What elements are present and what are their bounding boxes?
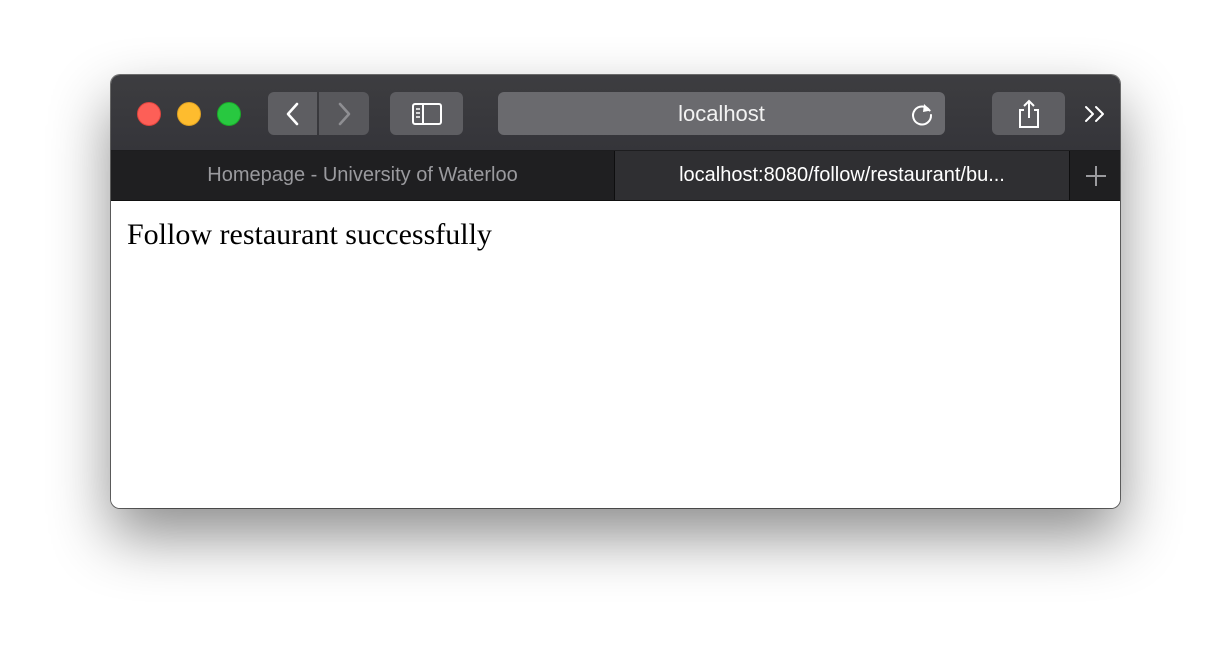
- share-icon: [1018, 99, 1039, 128]
- minimize-icon[interactable]: [177, 102, 201, 126]
- close-icon[interactable]: [137, 102, 161, 126]
- page-message: Follow restaurant successfully: [127, 218, 492, 251]
- double-chevron-right-icon[interactable]: [1082, 100, 1110, 128]
- chevron-left-icon: [286, 102, 298, 125]
- tab-localhost-follow[interactable]: localhost:8080/follow/restaurant/bu...: [614, 151, 1070, 200]
- tab-bar: Homepage - University of Waterloo localh…: [111, 151, 1120, 201]
- browser-window: localhost Homepage - University of Water…: [111, 75, 1120, 508]
- address-text: localhost: [678, 101, 765, 126]
- chevron-right-icon: [338, 102, 351, 125]
- reload-icon[interactable]: [909, 101, 935, 127]
- plus-icon: [1085, 165, 1106, 186]
- sidebar-button[interactable]: [390, 92, 463, 135]
- new-tab-button[interactable]: [1071, 151, 1120, 200]
- forward-button[interactable]: [319, 92, 369, 135]
- back-button[interactable]: [268, 92, 317, 135]
- tab-university-of-waterloo[interactable]: Homepage - University of Waterloo: [111, 151, 614, 200]
- zoom-icon[interactable]: [217, 102, 241, 126]
- sidebar-icon: [411, 102, 442, 125]
- toolbar: localhost: [111, 75, 1120, 151]
- page-content: Follow restaurant successfully: [111, 201, 1120, 508]
- share-button[interactable]: [992, 92, 1065, 135]
- address-bar[interactable]: localhost: [498, 92, 945, 135]
